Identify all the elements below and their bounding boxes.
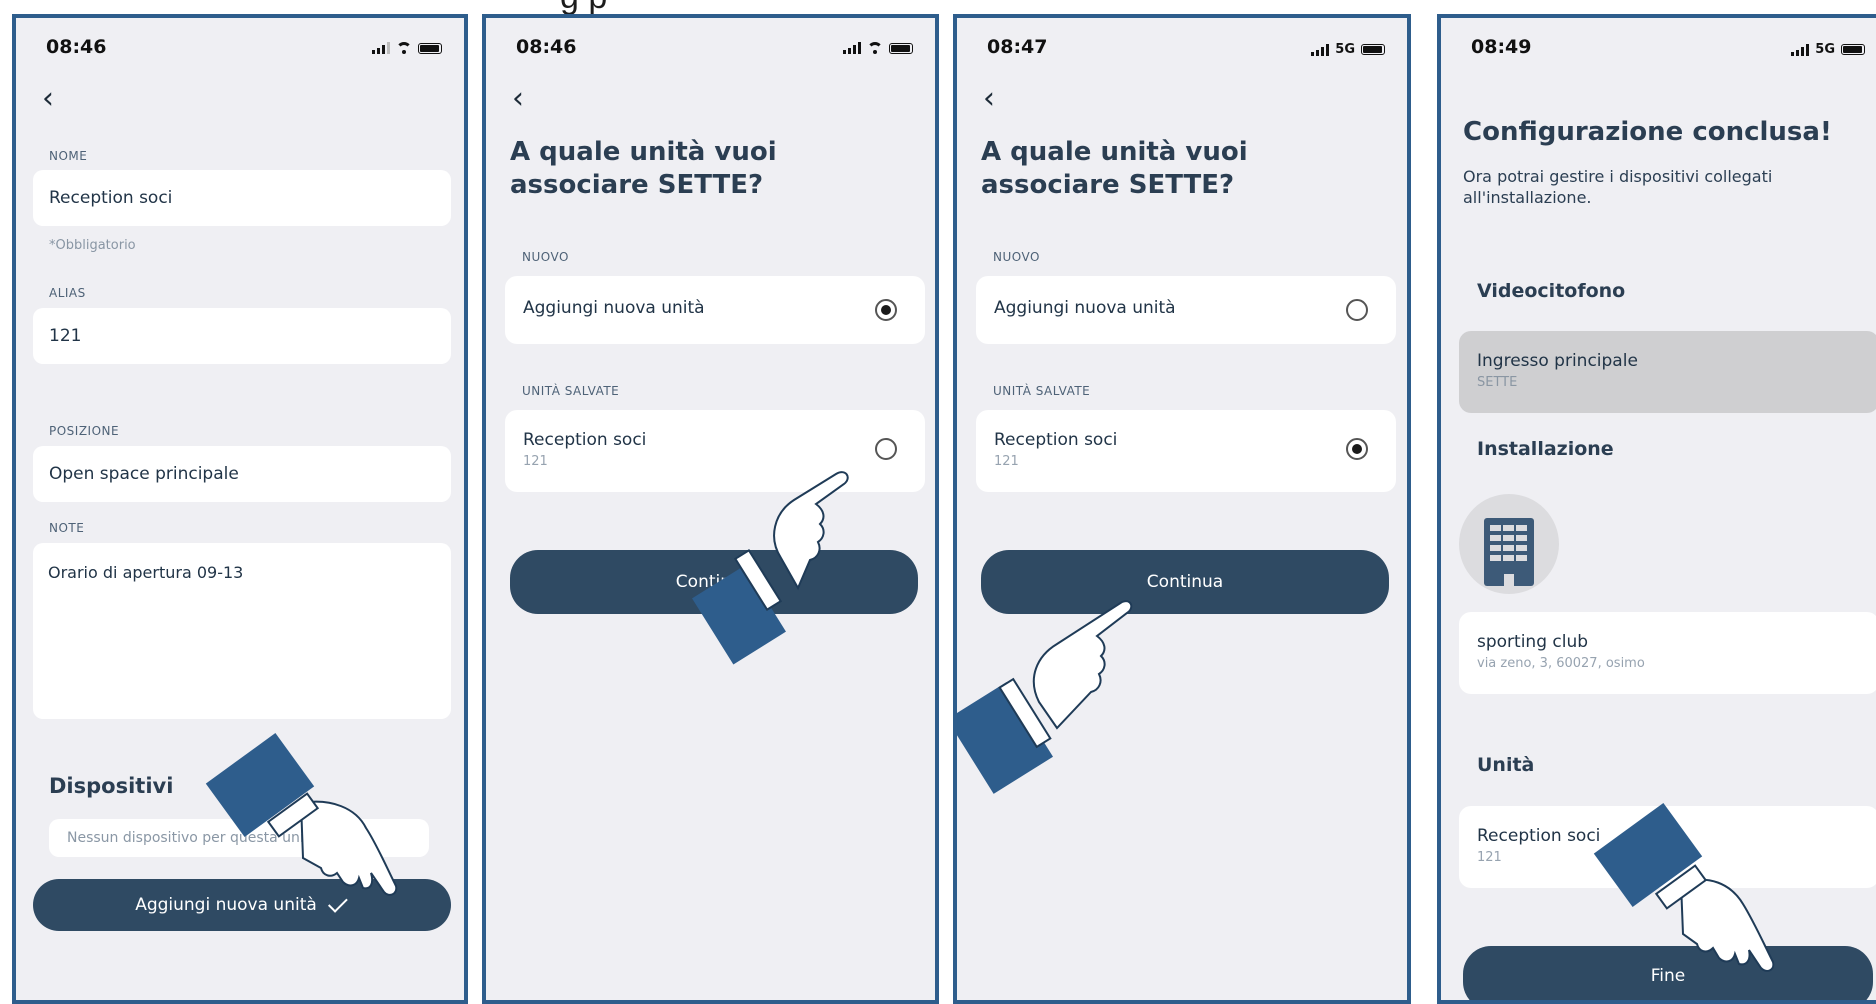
back-chevron-icon[interactable]: ‹	[983, 84, 1013, 114]
installation-name: sporting club	[1477, 632, 1589, 652]
question-title: A quale unità vuoi associare SETTE?	[981, 137, 1248, 200]
phone-screen-configuration-complete: 08:49 5G Configurazione conclusa! Ora po…	[1437, 14, 1876, 1004]
status-bar: 08:47 5G	[987, 36, 1385, 66]
devices-empty-message: Nessun dispositivo per questa unità.	[49, 819, 429, 857]
status-time: 08:46	[516, 36, 577, 58]
saved-unit-title: Reception soci	[523, 430, 647, 450]
unit-title: Reception soci	[1477, 826, 1601, 846]
saved-unit-radio[interactable]	[875, 438, 897, 460]
alias-field[interactable]: 121	[33, 308, 451, 364]
new-unit-radio[interactable]	[875, 299, 897, 321]
status-time: 08:46	[46, 36, 107, 58]
checkmark-icon	[327, 892, 348, 913]
completion-title: Configurazione conclusa!	[1463, 117, 1832, 147]
status-bar: 08:46	[46, 36, 442, 66]
saved-unit-subtitle: 121	[523, 454, 548, 469]
installation-address: via zeno, 3, 60027, osimo	[1477, 656, 1645, 671]
nome-field[interactable]: Reception soci	[33, 170, 451, 226]
new-unit-option[interactable]: Aggiungi nuova unità	[976, 276, 1396, 344]
finish-button[interactable]: Fine	[1463, 946, 1873, 1000]
device-subtitle: SETTE	[1477, 375, 1518, 390]
status-bar: 08:49 5G	[1471, 36, 1865, 66]
phone-screen-select-unit-new: 08:46 ‹ A quale unità vuoi associare SET…	[482, 14, 939, 1004]
network-type: 5G	[1815, 42, 1835, 57]
device-title: Ingresso principale	[1477, 351, 1638, 371]
new-unit-radio[interactable]	[1346, 299, 1368, 321]
cellular-signal-icon	[843, 42, 861, 54]
phone-screen-unit-form: 08:46 ‹ NOME Reception soci *Obbligatori…	[12, 14, 468, 1004]
saved-units-label: UNITÀ SALVATE	[522, 384, 620, 398]
cellular-signal-icon	[372, 42, 390, 54]
wifi-icon	[867, 42, 883, 54]
continue-button[interactable]: Continua	[510, 550, 918, 614]
saved-unit-title: Reception soci	[994, 430, 1118, 450]
unita-title: Unità	[1477, 754, 1535, 776]
battery-icon	[889, 42, 913, 54]
continue-button[interactable]: Continua	[981, 550, 1389, 614]
required-hint: *Obbligatorio	[49, 238, 136, 253]
nuovo-label: NUOVO	[522, 250, 569, 264]
network-type: 5G	[1335, 42, 1355, 57]
saved-unit-option[interactable]: Reception soci 121	[505, 410, 925, 492]
add-unit-button-label: Aggiungi nuova unità	[135, 895, 317, 915]
battery-icon	[418, 42, 442, 54]
note-textarea[interactable]: Orario di apertura 09-13	[33, 543, 451, 719]
status-time: 08:49	[1471, 36, 1532, 58]
nome-label: NOME	[49, 149, 88, 163]
saved-units-label: UNITÀ SALVATE	[993, 384, 1091, 398]
unit-subtitle: 121	[1477, 850, 1502, 865]
unit-card[interactable]: Reception soci 121	[1459, 806, 1876, 888]
building-icon	[1484, 518, 1534, 586]
back-chevron-icon[interactable]: ‹	[42, 84, 72, 114]
status-time: 08:47	[987, 36, 1048, 58]
new-unit-option-label: Aggiungi nuova unità	[994, 298, 1176, 318]
installazione-title: Installazione	[1477, 438, 1614, 460]
devices-section-title: Dispositivi	[49, 774, 174, 798]
new-unit-option[interactable]: Aggiungi nuova unità	[505, 276, 925, 344]
videocitofono-title: Videocitofono	[1477, 280, 1626, 302]
battery-icon	[1361, 44, 1385, 55]
posizione-field[interactable]: Open space principale	[33, 446, 451, 502]
saved-unit-option[interactable]: Reception soci 121	[976, 410, 1396, 492]
wifi-icon	[396, 42, 412, 54]
back-chevron-icon[interactable]: ‹	[512, 84, 542, 114]
saved-unit-subtitle: 121	[994, 454, 1019, 469]
new-unit-option-label: Aggiungi nuova unità	[523, 298, 705, 318]
phone-screen-select-unit-saved: 08:47 5G ‹ A quale unità vuoi associare …	[953, 14, 1411, 1004]
cellular-signal-icon	[1311, 43, 1330, 56]
posizione-label: POSIZIONE	[49, 424, 120, 438]
question-title: A quale unità vuoi associare SETTE?	[510, 137, 777, 200]
completion-subtitle: Ora potrai gestire i dispositivi collega…	[1463, 167, 1773, 207]
nuovo-label: NUOVO	[993, 250, 1040, 264]
cellular-signal-icon	[1791, 43, 1810, 56]
alias-label: ALIAS	[49, 286, 86, 300]
saved-unit-radio[interactable]	[1346, 438, 1368, 460]
note-label: NOTE	[49, 521, 85, 535]
installation-avatar	[1459, 494, 1559, 594]
device-card-ingresso[interactable]: Ingresso principale SETTE	[1459, 331, 1876, 413]
status-bar: 08:46	[516, 36, 913, 66]
add-unit-button[interactable]: Aggiungi nuova unità	[33, 879, 451, 931]
installation-card[interactable]: sporting club via zeno, 3, 60027, osimo	[1459, 612, 1876, 694]
battery-icon	[1841, 44, 1865, 55]
